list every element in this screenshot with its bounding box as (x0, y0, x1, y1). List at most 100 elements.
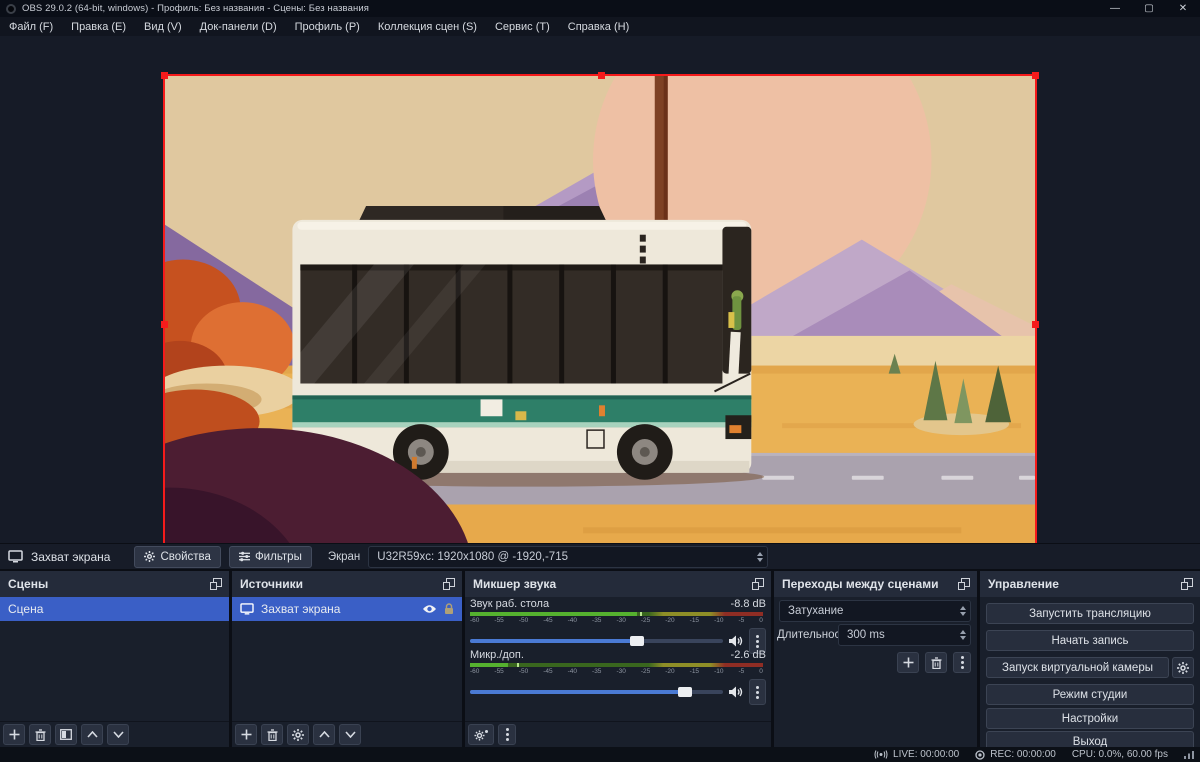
kebab-icon (961, 656, 964, 669)
gear-icon (144, 551, 155, 562)
minimize-button[interactable]: — (1098, 0, 1132, 17)
visibility-eye-icon[interactable] (422, 604, 437, 614)
menu-tools[interactable]: Сервис (T) (486, 17, 559, 36)
menu-edit[interactable]: Правка (E) (62, 17, 135, 36)
source-list-item[interactable]: Захват экрана (232, 597, 462, 621)
kebab-icon (506, 728, 509, 741)
resize-handle-top-left[interactable] (161, 72, 168, 79)
lock-icon[interactable] (444, 603, 454, 615)
network-status (1184, 750, 1194, 759)
preview-source-image[interactable] (163, 74, 1037, 571)
screen-select-combobox[interactable]: U32R59xc: 1920x1080 @ -1920,-715 (368, 546, 768, 568)
trash-icon (931, 657, 942, 669)
volume-slider[interactable] (470, 685, 723, 699)
menu-help[interactable]: Справка (H) (559, 17, 638, 36)
remove-scene-button[interactable] (29, 724, 51, 745)
menu-view[interactable]: Вид (V) (135, 17, 191, 36)
rec-timer: REC: 00:00:00 (990, 749, 1056, 760)
sources-toolbar (232, 721, 462, 747)
window-title: OBS 29.0.2 (64-bit, windows) - Профиль: … (22, 3, 369, 14)
plus-icon (903, 657, 914, 668)
slider-handle[interactable] (678, 687, 692, 697)
chevron-down-icon (113, 731, 124, 738)
add-transition-button[interactable] (897, 652, 919, 673)
spinbox-arrows-icon (960, 625, 966, 645)
add-source-button[interactable] (235, 724, 257, 745)
controls-header[interactable]: Управление (980, 571, 1200, 597)
volume-slider[interactable] (470, 634, 723, 648)
screen-select-label: Экран (328, 551, 360, 563)
remove-source-button[interactable] (261, 724, 283, 745)
scene-list-item[interactable]: Сцена (0, 597, 229, 621)
slider-handle[interactable] (630, 636, 644, 646)
virtual-camera-settings-button[interactable] (1172, 657, 1194, 678)
speaker-icon[interactable] (729, 686, 743, 698)
studio-mode-button[interactable]: Режим студии (986, 684, 1194, 705)
popout-icon[interactable] (752, 578, 764, 590)
settings-button[interactable]: Настройки (986, 708, 1194, 729)
scene-filters-icon (60, 729, 72, 740)
menu-scene-collection[interactable]: Коллекция сцен (S) (369, 17, 486, 36)
channel-menu-button[interactable] (749, 679, 766, 705)
mixer-menu-button[interactable] (498, 724, 516, 745)
duration-spinbox[interactable]: 300 ms (838, 624, 971, 646)
channel-name: Звук раб. стола (470, 598, 549, 610)
resize-handle-top-right[interactable] (1032, 72, 1039, 79)
sources-header[interactable]: Источники (232, 571, 462, 597)
move-scene-up-button[interactable] (81, 724, 103, 745)
advanced-audio-button[interactable] (468, 724, 494, 745)
scenes-header[interactable]: Сцены (0, 571, 229, 597)
transition-menu-button[interactable] (953, 652, 971, 673)
popout-icon[interactable] (210, 578, 222, 590)
maximize-button[interactable]: ▢ (1132, 0, 1166, 17)
mixer-channel-mic-aux: Микр./доп. -2.6 dB -60-55-50-45-40-35-30… (470, 649, 766, 705)
sources-panel: Источники Захват экрана (232, 571, 462, 747)
plus-icon (241, 729, 252, 740)
scene-filters-button[interactable] (55, 724, 77, 745)
source-name: Захват экрана (261, 602, 340, 616)
trash-icon (35, 729, 46, 741)
mixer-header[interactable]: Микшер звука (465, 571, 771, 597)
meter-scale: -60-55-50-45-40-35-30-25-20-15-10-50 (470, 617, 763, 624)
dock-area: Сцены Сцена Источники (0, 571, 1200, 747)
menu-docks[interactable]: Док-панели (D) (191, 17, 286, 36)
move-scene-down-button[interactable] (107, 724, 129, 745)
resize-handle-mid-right[interactable] (1032, 321, 1039, 328)
cpu-fps-text: CPU: 0.0%, 60.00 fps (1072, 749, 1168, 760)
scenes-toolbar (0, 721, 229, 747)
start-recording-button[interactable]: Начать запись (986, 630, 1194, 651)
resize-handle-top-center[interactable] (598, 72, 605, 79)
live-timer: LIVE: 00:00:00 (893, 749, 959, 760)
transition-select-combobox[interactable]: Затухание (779, 600, 971, 622)
selected-source-label: Захват экрана (31, 550, 110, 564)
transitions-header[interactable]: Переходы между сценами (774, 571, 977, 597)
live-status: LIVE: 00:00:00 (874, 749, 959, 760)
popout-icon[interactable] (958, 578, 970, 590)
speaker-icon[interactable] (729, 635, 743, 647)
popout-icon[interactable] (1181, 578, 1193, 590)
filters-button[interactable]: Фильтры (229, 546, 312, 568)
advanced-audio-gears-icon (474, 729, 489, 741)
source-properties-button[interactable] (287, 724, 309, 745)
popout-icon[interactable] (443, 578, 455, 590)
trash-icon (267, 729, 278, 741)
volume-meter (470, 663, 763, 667)
menu-profile[interactable]: Профиль (P) (286, 17, 369, 36)
volume-meter (470, 612, 763, 616)
move-source-down-button[interactable] (339, 724, 361, 745)
start-streaming-button[interactable]: Запустить трансляцию (986, 603, 1194, 624)
mixer-channel-desktop-audio: Звук раб. стола -8.8 dB -60-55-50-45-40-… (470, 598, 766, 654)
close-button[interactable]: ✕ (1166, 0, 1200, 17)
filters-icon (239, 551, 250, 562)
plus-icon (9, 729, 20, 740)
remove-transition-button[interactable] (925, 652, 947, 673)
move-source-up-button[interactable] (313, 724, 335, 745)
menu-file[interactable]: Файл (F) (0, 17, 62, 36)
resize-handle-mid-left[interactable] (161, 321, 168, 328)
properties-button[interactable]: Свойства (134, 546, 221, 568)
add-scene-button[interactable] (3, 724, 25, 745)
meter-scale: -60-55-50-45-40-35-30-25-20-15-10-50 (470, 668, 763, 675)
start-virtual-camera-button[interactable]: Запуск виртуальной камеры (986, 657, 1169, 678)
preview-canvas (0, 36, 1200, 543)
transitions-title: Переходы между сценами (782, 577, 938, 591)
